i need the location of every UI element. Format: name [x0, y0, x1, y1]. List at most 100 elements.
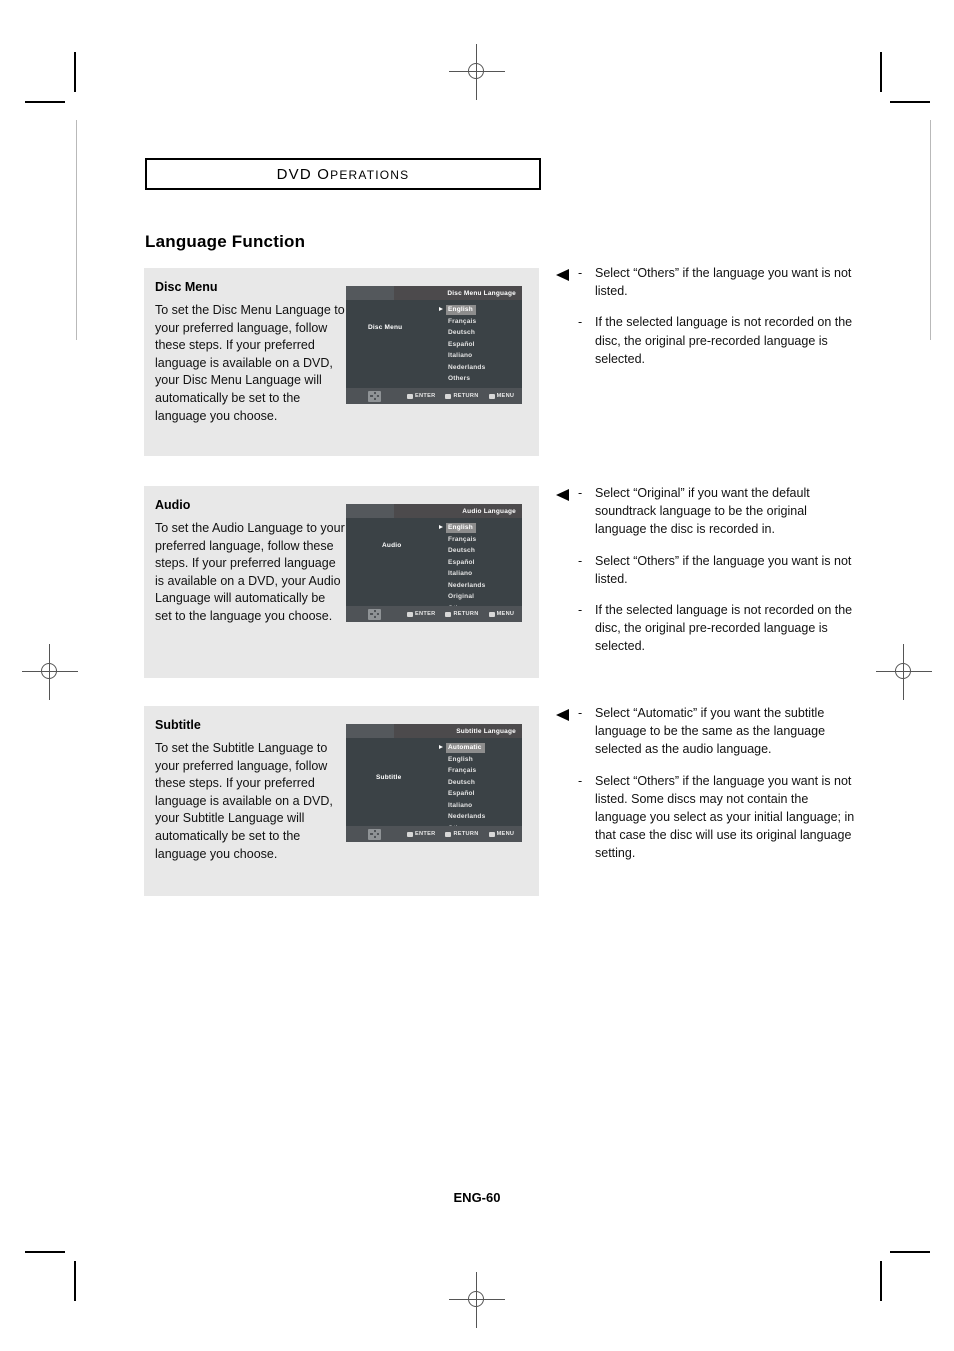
note-group-subtitle: - Select “Automatic” if you want the sub…: [556, 704, 856, 876]
section-header-rest: PERATIONS: [330, 167, 410, 182]
osd-list-item[interactable]: Deutsch: [438, 545, 514, 557]
osd-list-item[interactable]: Français: [438, 316, 514, 328]
osd-topbar-left-segment: [346, 504, 394, 518]
osd-list-item-label: Français: [448, 535, 477, 543]
osd-list-item-label: Nederlands: [448, 581, 486, 589]
osd-list-item[interactable]: Italiano: [438, 568, 514, 580]
osd-list-item[interactable]: English: [438, 754, 514, 766]
osd-list-item[interactable]: Automatic: [438, 742, 514, 754]
osd-list-item[interactable]: English: [438, 522, 514, 534]
note-row: - If the selected language is not record…: [556, 601, 856, 656]
osd-hint-label: ENTER: [415, 831, 436, 837]
note-marker: [556, 601, 578, 656]
note-text: Select “Automatic” if you want the subti…: [595, 706, 826, 757]
osd-list-item-label: Nederlands: [448, 813, 486, 820]
feature-panel-subtitle: Subtitle To set the Subtitle Language to…: [144, 706, 539, 896]
osd-list-item-label: Nederlands: [448, 363, 486, 371]
osd-list-item-label: Français: [448, 317, 477, 325]
selection-caret-icon: [439, 307, 443, 311]
osd-title: Disc Menu Language: [447, 289, 516, 297]
key-glyph-icon: [445, 611, 452, 617]
osd-hint-enter: ENTER: [407, 611, 435, 617]
osd-topbar-right-segment: Disc Menu Language: [394, 286, 522, 300]
osd-hint-menu: MENU: [488, 611, 515, 617]
page-canvas: DVD OPERATIONS Language Function Disc Me…: [0, 0, 954, 1351]
registration-mark-right: [876, 644, 932, 700]
osd-list-item[interactable]: Español: [438, 788, 514, 800]
osd-list-item-label: Français: [448, 767, 477, 774]
left-triangle-icon: [556, 269, 569, 281]
osd-hint-label: RETURN: [453, 611, 479, 617]
osd-list-item[interactable]: Français: [438, 534, 514, 546]
osd-list-item[interactable]: Italiano: [438, 350, 514, 362]
note-marker: [556, 264, 578, 300]
note-text: Select “Original” if you want the defaul…: [595, 486, 810, 537]
osd-list-item[interactable]: English: [438, 304, 514, 316]
osd-list-item[interactable]: Español: [438, 557, 514, 569]
note-dash: -: [578, 773, 583, 788]
osd-list-item-label: Original: [448, 593, 475, 600]
osd-list-item[interactable]: Nederlands: [438, 811, 514, 823]
section-header-cap: O: [317, 165, 331, 183]
crop-mark-bottom-right-vertical: [880, 1261, 882, 1301]
osd-list-item[interactable]: Deutsch: [438, 327, 514, 339]
osd-list-item[interactable]: Original: [438, 591, 514, 603]
osd-hint-label: MENU: [496, 393, 515, 399]
osd-screen-subtitle: Subtitle Language Subtitle Automatic Eng…: [346, 724, 522, 842]
panel-paragraph: To set the Disc Menu Language to your pr…: [155, 303, 345, 423]
feature-panel-audio: Audio To set the Audio Language to your …: [144, 486, 539, 678]
key-glyph-icon: [488, 831, 495, 837]
osd-screen-disc-menu: Disc Menu Language Disc Menu English Fra…: [346, 286, 522, 404]
osd-hint-enter: ENTER: [407, 393, 435, 399]
note-marker: [556, 552, 578, 588]
osd-list-item[interactable]: Nederlands: [438, 580, 514, 592]
section-header-text: DVD OPERATIONS: [277, 166, 410, 183]
note-group-audio: - Select “Original” if you want the defa…: [556, 484, 856, 669]
left-triangle-icon: [556, 489, 569, 501]
osd-list-item-label: Español: [448, 790, 475, 797]
osd-list-item-label: Español: [448, 558, 475, 566]
panel-paragraph: To set the Subtitle Language to your pre…: [155, 741, 333, 861]
page-title: Language Function: [145, 232, 306, 251]
osd-list-item-label: Others: [448, 375, 471, 382]
note-row: - Select “Original” if you want the defa…: [556, 484, 856, 539]
panel-heading: Audio: [155, 498, 191, 512]
osd-topbar-right-segment: Audio Language: [394, 504, 522, 518]
osd-side-label: Disc Menu: [368, 324, 403, 331]
key-glyph-icon: [407, 393, 413, 399]
crop-mark-bottom-left-horizontal: [25, 1251, 65, 1253]
note-marker: [556, 313, 578, 368]
osd-list-item[interactable]: Others: [438, 373, 514, 385]
note-text: Select “Others” if the language you want…: [595, 773, 855, 861]
osd-list-item-label: Italiano: [448, 570, 473, 577]
osd-hint-enter: ENTER: [407, 831, 435, 837]
osd-list-item[interactable]: Deutsch: [438, 777, 514, 789]
note-row: - Select “Automatic” if you want the sub…: [556, 704, 856, 759]
osd-language-list: English Français Deutsch Español Italian…: [438, 304, 514, 385]
crop-mark-bottom-left-vertical: [74, 1261, 76, 1301]
registration-mark-top: [449, 44, 505, 100]
selection-caret-icon: [439, 525, 443, 529]
note-text: Select “Others” if the language you want…: [595, 266, 852, 299]
osd-bottom-hint-bar: ENTER RETURN MENU: [346, 826, 522, 842]
note-text: If the selected language is not recorded…: [595, 603, 853, 654]
osd-bottom-hint-bar: ENTER RETURN MENU: [346, 606, 522, 622]
note-dash: -: [578, 486, 583, 500]
note-row: - If the selected language is not record…: [556, 313, 856, 368]
crop-mark-top-right-horizontal: [890, 101, 930, 103]
osd-hint-menu: MENU: [488, 831, 515, 837]
key-glyph-icon: [407, 831, 413, 837]
osd-list-item-label: Italiano: [448, 352, 473, 359]
key-glyph-icon: [407, 611, 413, 617]
osd-list-item[interactable]: Français: [438, 765, 514, 777]
osd-list-item[interactable]: Español: [438, 339, 514, 351]
osd-hint-return: RETURN: [445, 831, 478, 837]
osd-side-label: Audio: [382, 542, 402, 549]
dpad-icon: [368, 828, 381, 840]
osd-list-item[interactable]: Nederlands: [438, 362, 514, 374]
osd-list-item[interactable]: Italiano: [438, 800, 514, 812]
key-glyph-icon: [445, 831, 452, 837]
crop-mark-top-left-horizontal: [25, 101, 65, 103]
crop-mark-top-right-vertical: [880, 52, 882, 92]
osd-list-item-label: Italiano: [448, 801, 473, 809]
